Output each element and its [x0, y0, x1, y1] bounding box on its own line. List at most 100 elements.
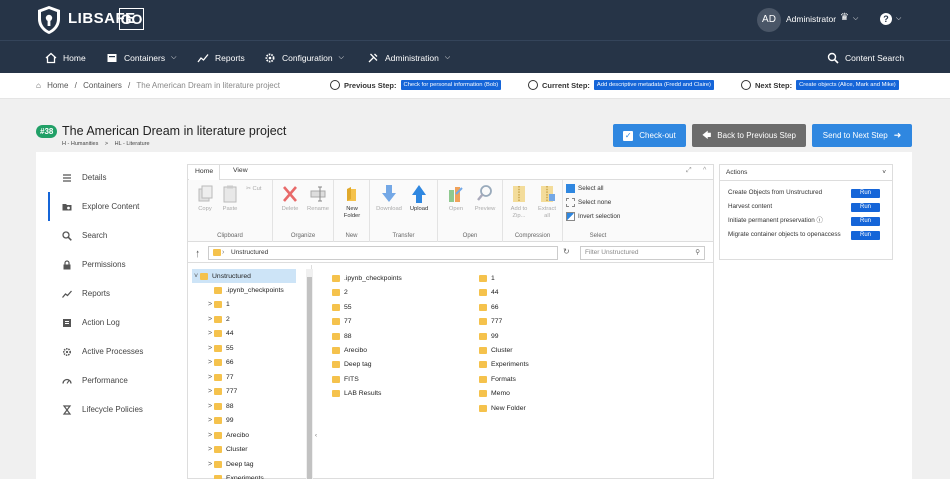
sidebar-item-performance[interactable]: Performance	[48, 366, 176, 395]
info-icon[interactable]: ⓘ	[815, 217, 823, 224]
next-step-value[interactable]: Create objects (Alice, Mark and Mike)	[796, 80, 899, 90]
help-icon[interactable]: ?	[880, 13, 892, 25]
download-button[interactable]: Download	[374, 184, 404, 213]
file-item[interactable]: Cluster	[479, 347, 513, 354]
select-none-button[interactable]: Select none	[566, 198, 611, 207]
file-item[interactable]: Memo	[479, 390, 510, 398]
tree-item[interactable]: >99	[206, 414, 234, 428]
tree-scrollbar[interactable]	[306, 269, 313, 479]
back-to-previous-step-button[interactable]: 🡄 Back to Previous Step	[692, 124, 806, 147]
nav-administration[interactable]: Administration ⌵	[367, 52, 450, 64]
run-button[interactable]: Run	[851, 188, 880, 198]
previous-step-value[interactable]: Check for personal information (Bob)	[400, 80, 502, 90]
run-button[interactable]: Run	[851, 216, 880, 226]
sidebar-item-reports[interactable]: Reports	[48, 279, 176, 308]
extract-all-button[interactable]: Extract all	[534, 184, 560, 220]
sidebar-item-active-processes[interactable]: Active Processes	[48, 337, 176, 366]
tree-item[interactable]: >777	[206, 385, 237, 399]
chevron-down-icon[interactable]: ⌵	[853, 15, 858, 23]
breadcrumb-home[interactable]: Home	[47, 81, 68, 90]
select-all-button[interactable]: Select all	[566, 184, 604, 193]
tree-item[interactable]: > Cluster	[206, 443, 248, 457]
invert-selection-button[interactable]: Invert selection	[566, 212, 620, 221]
open-button[interactable]: Open	[444, 184, 468, 213]
chevron-right-icon[interactable]: >	[206, 301, 214, 308]
run-button[interactable]: Run	[851, 202, 880, 212]
file-item[interactable]: Deep tag	[332, 361, 372, 369]
collapse-pane-handle[interactable]: ‹	[315, 433, 317, 439]
paste-button[interactable]: Paste	[219, 184, 241, 213]
file-item[interactable]: Experiments	[479, 361, 529, 369]
file-item[interactable]: New Folder	[479, 404, 526, 412]
tree-item[interactable]: >88	[206, 399, 234, 413]
copy-button[interactable]: Copy	[194, 184, 216, 213]
classification-a[interactable]: H - Humanities	[62, 141, 98, 147]
scroll-thumb[interactable]	[307, 277, 312, 479]
actions-header[interactable]: Actions ˅	[720, 165, 892, 181]
tree-item[interactable]: >66	[206, 356, 234, 370]
file-item[interactable]: 88	[332, 332, 352, 340]
nav-configuration[interactable]: Configuration ⌵	[264, 52, 344, 64]
checkout-button[interactable]: ✓ Check-out	[613, 124, 686, 147]
nav-containers[interactable]: Containers ⌵	[106, 52, 176, 64]
file-item[interactable]: 2	[332, 289, 348, 297]
chevron-right-icon[interactable]: >	[206, 388, 214, 395]
avatar[interactable]: AD	[757, 8, 781, 32]
chevron-right-icon[interactable]: >	[206, 432, 214, 439]
file-item[interactable]: Arecibo	[332, 347, 367, 354]
sidebar-item-permissions[interactable]: Permissions	[48, 250, 176, 279]
tree-item[interactable]: >77	[206, 370, 234, 384]
preview-button[interactable]: Preview	[471, 184, 499, 213]
file-item[interactable]: 777	[479, 318, 502, 326]
upload-button[interactable]: Upload	[406, 184, 432, 213]
tree-item[interactable]: >55	[206, 341, 234, 355]
sidebar-item-action-log[interactable]: Action Log	[48, 308, 176, 337]
chevron-right-icon[interactable]: >	[206, 461, 214, 468]
file-item[interactable]: 66	[479, 303, 499, 311]
tab-view[interactable]: View	[233, 167, 248, 174]
tree-item[interactable]: > Deep tag	[206, 457, 254, 471]
sidebar-item-explore-content[interactable]: Explore Content	[48, 192, 176, 221]
tree-item[interactable]: >44	[206, 327, 234, 341]
filter-input[interactable]: Filter Unstructured ⚲	[580, 246, 705, 260]
file-item[interactable]: FITS	[332, 375, 359, 383]
tree-item[interactable]: .ipynb_checkpoints	[206, 283, 284, 297]
file-item[interactable]: Formats	[479, 375, 516, 383]
add-to-zip-button[interactable]: Add to Zip...	[506, 184, 532, 220]
file-item[interactable]: 77	[332, 318, 352, 326]
tree-item[interactable]: >1	[206, 298, 230, 312]
chevron-right-icon[interactable]: >	[206, 374, 214, 381]
run-button[interactable]: Run	[851, 230, 880, 240]
tree-item[interactable]: > Arecibo	[206, 428, 249, 442]
sidebar-item-search[interactable]: Search	[48, 221, 176, 250]
send-to-next-step-button[interactable]: Send to Next Step ➜	[812, 124, 912, 147]
path-field[interactable]: › Unstructured	[208, 246, 558, 260]
file-item[interactable]: LAB Results	[332, 390, 381, 398]
chevron-right-icon[interactable]: >	[206, 446, 214, 453]
tab-home[interactable]: Home	[189, 165, 221, 180]
file-item[interactable]: 99	[479, 332, 499, 340]
chevron-right-icon[interactable]: >	[206, 345, 214, 352]
expand-icon[interactable]: ⤢	[686, 167, 692, 175]
current-step-value[interactable]: Add descriptive metadata (Fredd and Clai…	[593, 80, 714, 90]
chevron-right-icon[interactable]: >	[206, 417, 214, 424]
chevron-up-icon[interactable]: ^	[703, 167, 706, 174]
nav-reports[interactable]: Reports	[197, 52, 245, 64]
file-item[interactable]: 1	[479, 275, 495, 282]
tree-item[interactable]: >2	[206, 312, 230, 326]
content-search-link[interactable]: Content Search	[827, 52, 904, 64]
delete-button[interactable]: Delete	[278, 184, 302, 213]
sidebar-item-details[interactable]: Details	[48, 163, 176, 192]
file-item[interactable]: .ipynb_checkpoints	[332, 275, 402, 282]
sidebar-item-lifecycle-policies[interactable]: Lifecycle Policies	[48, 395, 176, 424]
arrow-up-icon[interactable]: 🠑	[196, 247, 199, 263]
rename-button[interactable]: Rename	[305, 184, 331, 213]
user-menu-label[interactable]: Administrator	[786, 14, 836, 24]
refresh-icon[interactable]: ↻	[563, 247, 570, 256]
chevron-right-icon[interactable]: >	[206, 316, 214, 323]
chevron-right-icon[interactable]: >	[206, 359, 214, 366]
chevron-down-icon[interactable]: ⌵	[896, 15, 901, 23]
file-item[interactable]: 55	[332, 303, 352, 311]
breadcrumb-containers[interactable]: Containers	[83, 81, 122, 90]
file-item[interactable]: 44	[479, 289, 499, 297]
